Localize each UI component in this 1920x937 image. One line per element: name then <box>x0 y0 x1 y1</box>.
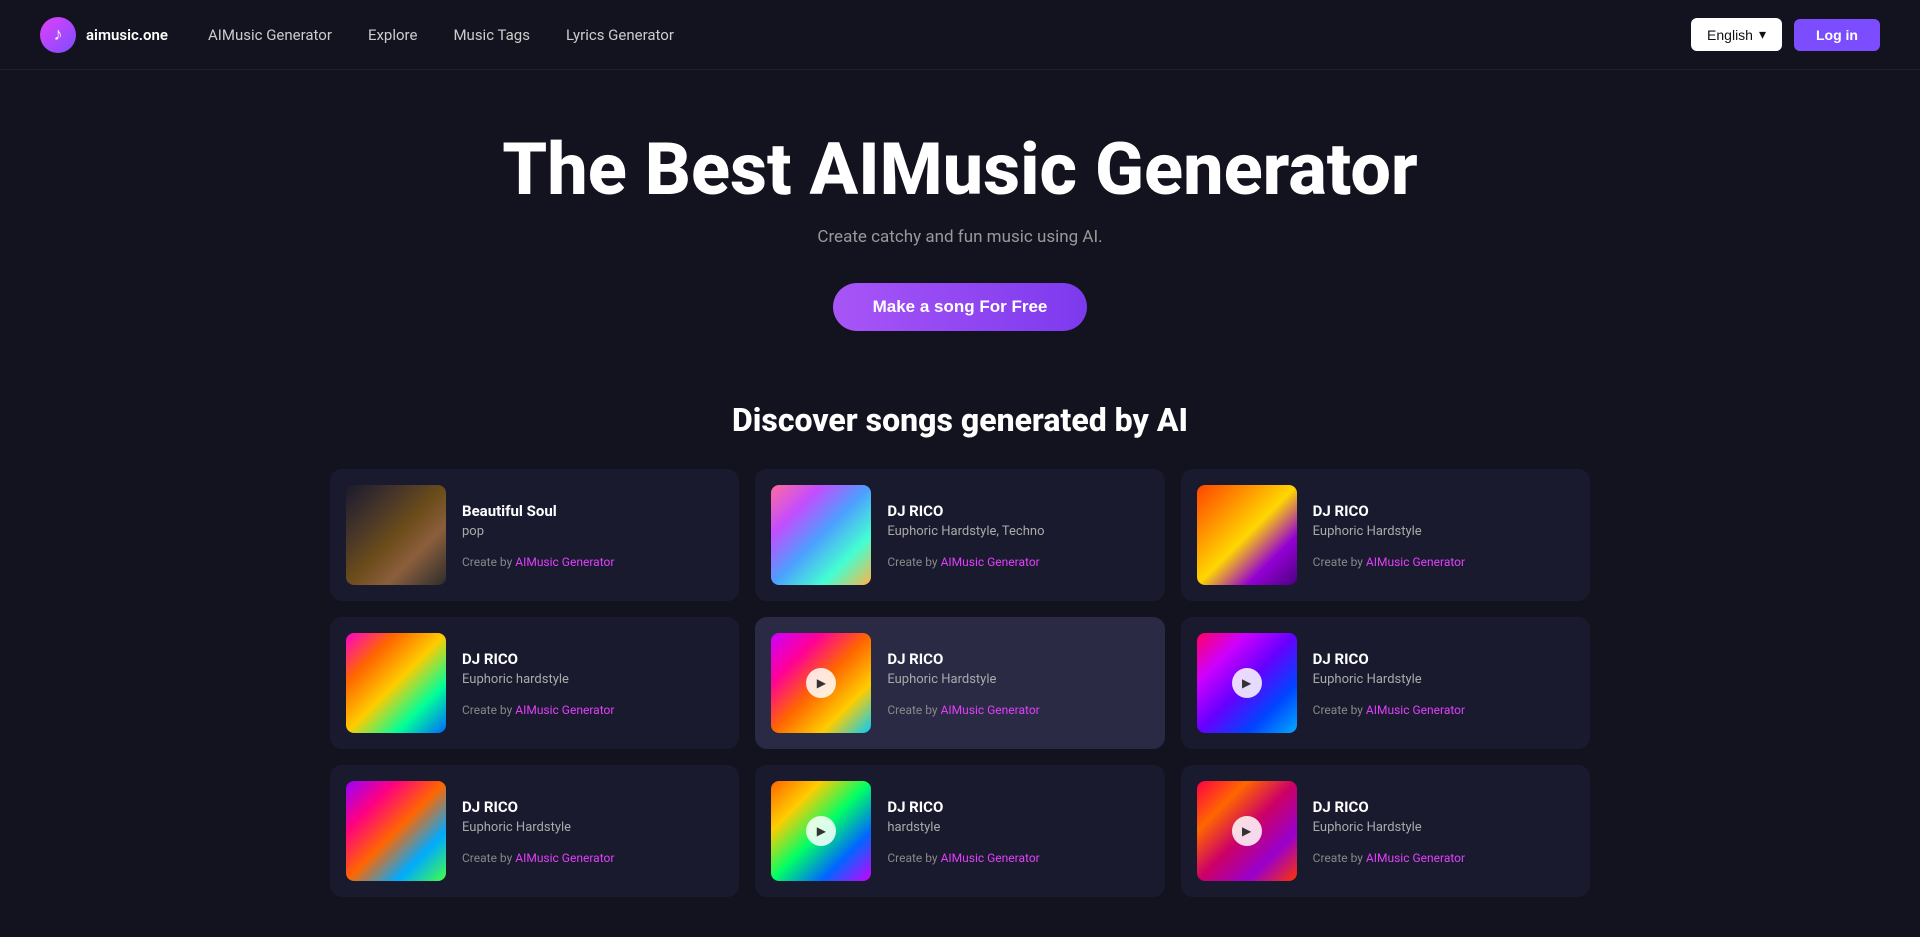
creator-link[interactable]: AIMusic Generator <box>515 555 614 569</box>
song-info: DJ RICO Euphoric Hardstyle Create by AIM… <box>1313 650 1574 717</box>
song-thumbnail: ▶ <box>1197 781 1297 881</box>
creator-link[interactable]: AIMusic Generator <box>515 851 614 865</box>
song-genre: Euphoric hardstyle <box>462 672 723 687</box>
play-button[interactable]: ▶ <box>1232 668 1262 698</box>
play-button[interactable]: ▶ <box>1232 816 1262 846</box>
nav-link-explore[interactable]: Explore <box>368 26 418 44</box>
play-button[interactable]: ▶ <box>806 816 836 846</box>
nav-actions: English ▾ Log in <box>1691 18 1880 51</box>
song-info: DJ RICO Euphoric Hardstyle Create by AIM… <box>1313 798 1574 865</box>
song-thumbnail: ▶ <box>1197 633 1297 733</box>
song-name: DJ RICO <box>1313 502 1574 520</box>
nav-link-music-tags[interactable]: Music Tags <box>453 26 529 44</box>
song-creator: Create by AIMusic Generator <box>1313 555 1574 569</box>
song-card[interactable]: ▶ DJ RICO Euphoric Hardstyle Create by A… <box>1181 765 1590 897</box>
song-genre: pop <box>462 524 723 539</box>
nav-links: AIMusic Generator Explore Music Tags Lyr… <box>208 26 1691 44</box>
song-genre: Euphoric Hardstyle <box>1313 820 1574 835</box>
song-info: DJ RICO Euphoric Hardstyle Create by AIM… <box>1313 502 1574 569</box>
song-card[interactable]: DJ RICO Euphoric Hardstyle Create by AIM… <box>1181 469 1590 601</box>
song-info: DJ RICO Euphoric hardstyle Create by AIM… <box>462 650 723 717</box>
song-card[interactable]: DJ RICO Euphoric Hardstyle Create by AIM… <box>330 765 739 897</box>
song-genre: Euphoric Hardstyle <box>1313 672 1574 687</box>
songs-grid: Beautiful Soul pop Create by AIMusic Gen… <box>330 469 1590 897</box>
song-info: DJ RICO Euphoric Hardstyle Create by AIM… <box>462 798 723 865</box>
song-genre: Euphoric Hardstyle, Techno <box>887 524 1148 539</box>
song-name: DJ RICO <box>887 798 1148 816</box>
song-card[interactable]: ▶ DJ RICO hardstyle Create by AIMusic Ge… <box>755 765 1164 897</box>
nav-link-aimusic[interactable]: AIMusic Generator <box>208 26 332 44</box>
song-thumbnail: ▶ <box>771 633 871 733</box>
creator-link[interactable]: AIMusic Generator <box>1366 703 1465 717</box>
language-label: English <box>1707 27 1753 43</box>
creator-link[interactable]: AIMusic Generator <box>941 703 1040 717</box>
navbar: ♪ aimusic.one AIMusic Generator Explore … <box>0 0 1920 70</box>
hero-subtitle: Create catchy and fun music using AI. <box>20 227 1900 247</box>
song-name: Beautiful Soul <box>462 502 723 520</box>
song-genre: Euphoric Hardstyle <box>462 820 723 835</box>
song-card[interactable]: Beautiful Soul pop Create by AIMusic Gen… <box>330 469 739 601</box>
song-creator: Create by AIMusic Generator <box>1313 851 1574 865</box>
song-genre: Euphoric Hardstyle <box>887 672 1148 687</box>
song-name: DJ RICO <box>887 502 1148 520</box>
hero-section: The Best AIMusic Generator Create catchy… <box>0 70 1920 381</box>
song-card[interactable]: ▶ DJ RICO Euphoric Hardstyle Create by A… <box>755 617 1164 749</box>
creator-link[interactable]: AIMusic Generator <box>515 703 614 717</box>
song-info: DJ RICO Euphoric Hardstyle Create by AIM… <box>887 650 1148 717</box>
song-name: DJ RICO <box>887 650 1148 668</box>
nav-link-lyrics[interactable]: Lyrics Generator <box>566 26 674 44</box>
make-song-button[interactable]: Make a song For Free <box>833 283 1088 331</box>
hero-title: The Best AIMusic Generator <box>20 130 1900 209</box>
song-card[interactable]: ▶ DJ RICO Euphoric Hardstyle Create by A… <box>1181 617 1590 749</box>
song-thumbnail <box>346 781 446 881</box>
song-card[interactable]: DJ RICO Euphoric Hardstyle, Techno Creat… <box>755 469 1164 601</box>
song-creator: Create by AIMusic Generator <box>887 851 1148 865</box>
song-info: DJ RICO Euphoric Hardstyle, Techno Creat… <box>887 502 1148 569</box>
login-button[interactable]: Log in <box>1794 19 1880 51</box>
song-creator: Create by AIMusic Generator <box>1313 703 1574 717</box>
song-thumbnail <box>1197 485 1297 585</box>
song-creator: Create by AIMusic Generator <box>462 555 723 569</box>
song-creator: Create by AIMusic Generator <box>462 851 723 865</box>
creator-link[interactable]: AIMusic Generator <box>1366 555 1465 569</box>
song-name: DJ RICO <box>1313 650 1574 668</box>
logo-text: aimusic.one <box>86 26 168 44</box>
song-creator: Create by AIMusic Generator <box>887 555 1148 569</box>
logo[interactable]: ♪ aimusic.one <box>40 17 168 53</box>
song-thumbnail <box>346 485 446 585</box>
song-creator: Create by AIMusic Generator <box>887 703 1148 717</box>
creator-link[interactable]: AIMusic Generator <box>941 851 1040 865</box>
discover-title: Discover songs generated by AI <box>40 401 1880 439</box>
song-thumbnail <box>771 485 871 585</box>
song-genre: hardstyle <box>887 820 1148 835</box>
creator-link[interactable]: AIMusic Generator <box>1366 851 1465 865</box>
logo-icon: ♪ <box>40 17 76 53</box>
song-thumbnail <box>346 633 446 733</box>
song-name: DJ RICO <box>1313 798 1574 816</box>
creator-link[interactable]: AIMusic Generator <box>941 555 1040 569</box>
song-info: Beautiful Soul pop Create by AIMusic Gen… <box>462 502 723 569</box>
song-card[interactable]: DJ RICO Euphoric hardstyle Create by AIM… <box>330 617 739 749</box>
discover-section: Discover songs generated by AI Beautiful… <box>0 381 1920 937</box>
song-info: DJ RICO hardstyle Create by AIMusic Gene… <box>887 798 1148 865</box>
play-button[interactable]: ▶ <box>806 668 836 698</box>
chevron-down-icon: ▾ <box>1759 26 1766 43</box>
song-name: DJ RICO <box>462 650 723 668</box>
song-creator: Create by AIMusic Generator <box>462 703 723 717</box>
song-name: DJ RICO <box>462 798 723 816</box>
language-button[interactable]: English ▾ <box>1691 18 1782 51</box>
song-genre: Euphoric Hardstyle <box>1313 524 1574 539</box>
song-thumbnail: ▶ <box>771 781 871 881</box>
